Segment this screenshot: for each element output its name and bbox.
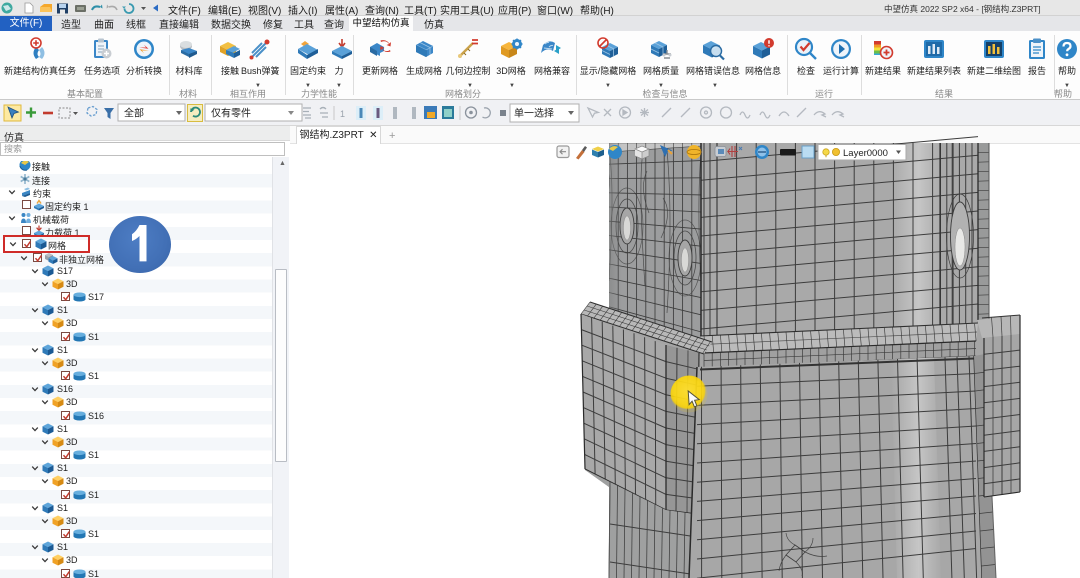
svg-text:Layer0000: Layer0000 <box>843 148 888 159</box>
